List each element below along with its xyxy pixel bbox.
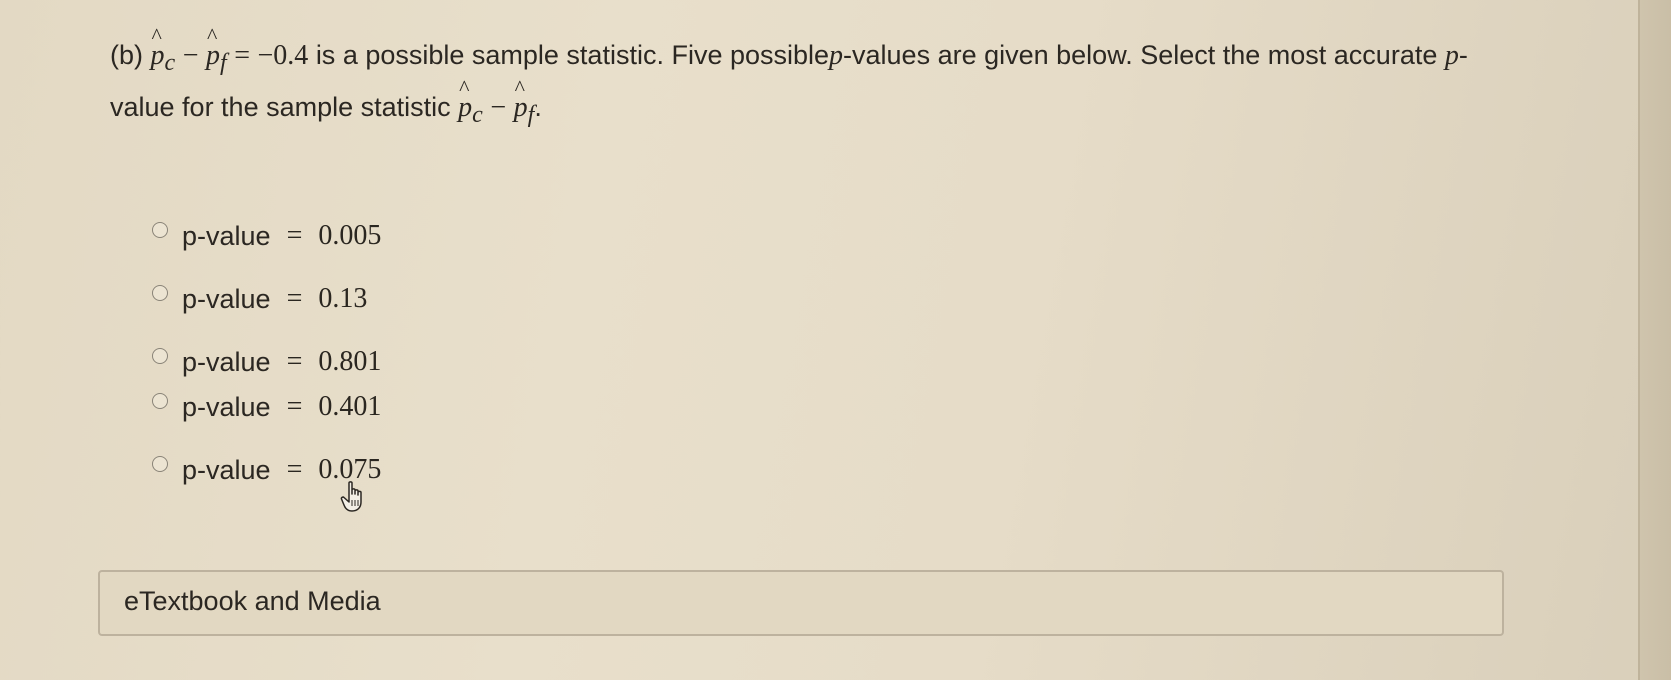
radio-button[interactable] <box>152 285 168 301</box>
option-3[interactable]: p-value = 0.801 <box>152 346 381 378</box>
p-hat-c: pc <box>151 11 176 82</box>
radio-button[interactable] <box>152 222 168 238</box>
question-line-1: (b) pc − pf = −0.4 is a possible sample … <box>110 11 1610 82</box>
option-2[interactable]: p-value = 0.13 <box>152 283 367 315</box>
part-label: (b) <box>110 40 143 70</box>
radio-button[interactable] <box>152 348 168 364</box>
option-1[interactable]: p-value = 0.005 <box>152 220 381 252</box>
hand-pointer-icon <box>340 481 362 512</box>
p-hat-f-2: pf <box>514 63 535 134</box>
question-line-2: value for the sample statistic pc − pf. <box>110 63 1610 134</box>
p-hat-c-2: pc <box>458 63 483 134</box>
question-panel: (b) pc − pf = −0.4 is a possible sample … <box>0 0 1640 680</box>
option-4[interactable]: p-value = 0.401 <box>152 391 381 423</box>
p-hat-f: pf <box>206 11 227 82</box>
question-text: (b) pc − pf = −0.4 is a possible sample … <box>110 11 1610 134</box>
statistic-value: −0.4 <box>257 40 309 71</box>
etextbook-media-panel[interactable]: eTextbook and Media <box>98 570 1504 636</box>
radio-button[interactable] <box>152 393 168 409</box>
radio-button[interactable] <box>152 456 168 472</box>
etextbook-media-label: eTextbook and Media <box>124 586 381 616</box>
scroll-edge <box>1638 0 1671 680</box>
